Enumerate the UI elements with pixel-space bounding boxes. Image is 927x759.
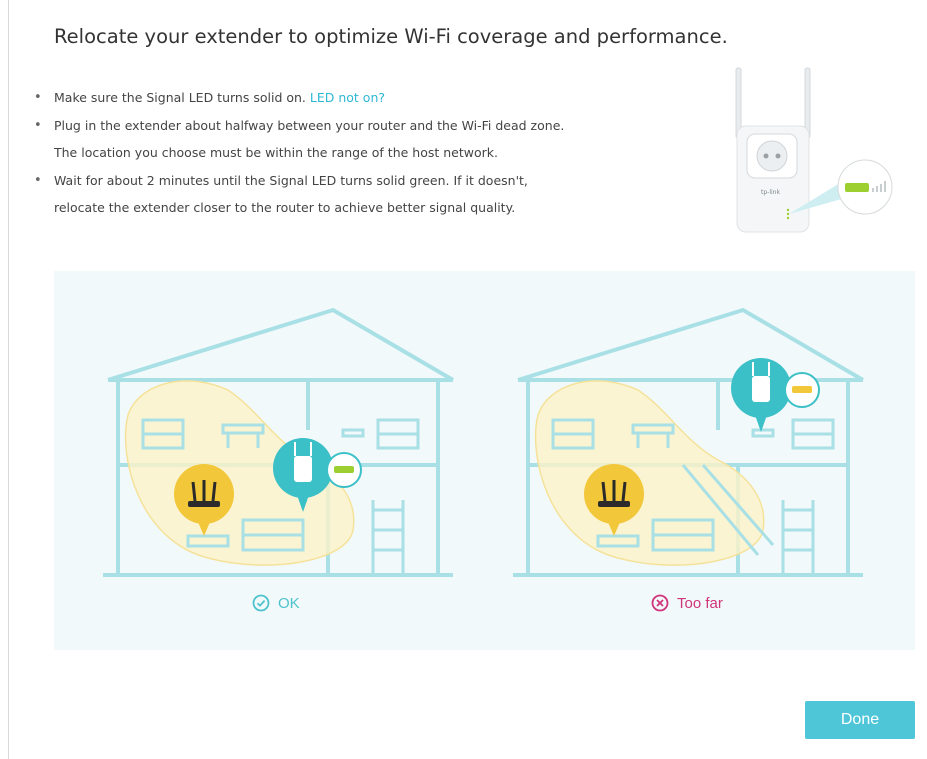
bullet-icon: • xyxy=(34,172,42,188)
done-button[interactable]: Done xyxy=(805,701,915,739)
bullet-icon: • xyxy=(34,90,42,105)
x-circle-icon xyxy=(651,594,669,612)
status-ok: OK xyxy=(252,594,300,612)
status-too-far-label: Too far xyxy=(677,594,723,612)
left-border xyxy=(8,0,9,759)
status-ok-label: OK xyxy=(278,594,300,612)
tips-list: • Make sure the Signal LED turns solid o… xyxy=(34,86,694,221)
tip-text: Make sure the Signal LED turns solid on. xyxy=(54,90,306,105)
tip-text: Wait for about 2 minutes until the Signa… xyxy=(54,172,528,188)
brand-logo-text: tp-link xyxy=(761,189,780,196)
tip-item-1: • Make sure the Signal LED turns solid o… xyxy=(34,86,694,111)
status-too-far: Too far xyxy=(651,594,723,612)
bullet-icon: • xyxy=(34,117,42,133)
extender-illustration: tp-link xyxy=(735,67,893,233)
tip-text: relocate the extender closer to the rout… xyxy=(54,200,516,215)
tip-item-3: • Wait for about 2 minutes until the Sig… xyxy=(34,169,694,221)
house-too-far-illustration xyxy=(513,307,865,577)
house-ok-illustration xyxy=(103,307,455,577)
page-title: Relocate your extender to optimize Wi-Fi… xyxy=(54,25,728,48)
check-circle-icon xyxy=(252,594,270,612)
tip-item-2: • Plug in the extender about halfway bet… xyxy=(34,114,694,166)
tip-text: Plug in the extender about halfway betwe… xyxy=(54,117,565,133)
led-not-on-link[interactable]: LED not on? xyxy=(310,90,385,105)
tip-text: The location you choose must be within t… xyxy=(54,145,498,160)
